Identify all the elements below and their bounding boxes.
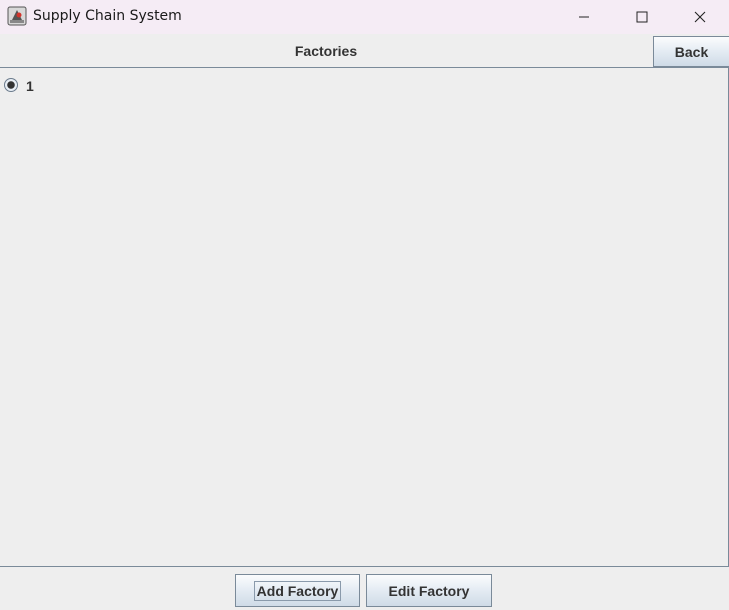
window-title: Supply Chain System (33, 8, 182, 24)
window-titlebar: Supply Chain System (0, 0, 729, 34)
maximize-button[interactable] (613, 0, 671, 34)
factory-radio-label[interactable]: 1 (26, 78, 34, 94)
close-icon (694, 11, 706, 23)
button-bar (0, 567, 729, 610)
factory-list: 1 (0, 68, 729, 567)
back-button[interactable]: Back (653, 36, 729, 67)
edit-factory-button[interactable]: Edit Factory (366, 574, 492, 607)
minimize-icon (578, 11, 590, 23)
list-item[interactable]: 1 (4, 76, 34, 94)
radio-button-selected[interactable] (4, 78, 18, 92)
java-app-icon (7, 6, 27, 26)
close-button[interactable] (671, 0, 729, 34)
add-factory-label: Add Factory (253, 580, 342, 601)
panel-header: Factories (0, 34, 729, 68)
page-title: Factories (294, 43, 358, 59)
minimize-button[interactable] (555, 0, 613, 34)
maximize-icon (636, 11, 648, 23)
add-factory-button[interactable]: Add Factory (235, 574, 360, 607)
